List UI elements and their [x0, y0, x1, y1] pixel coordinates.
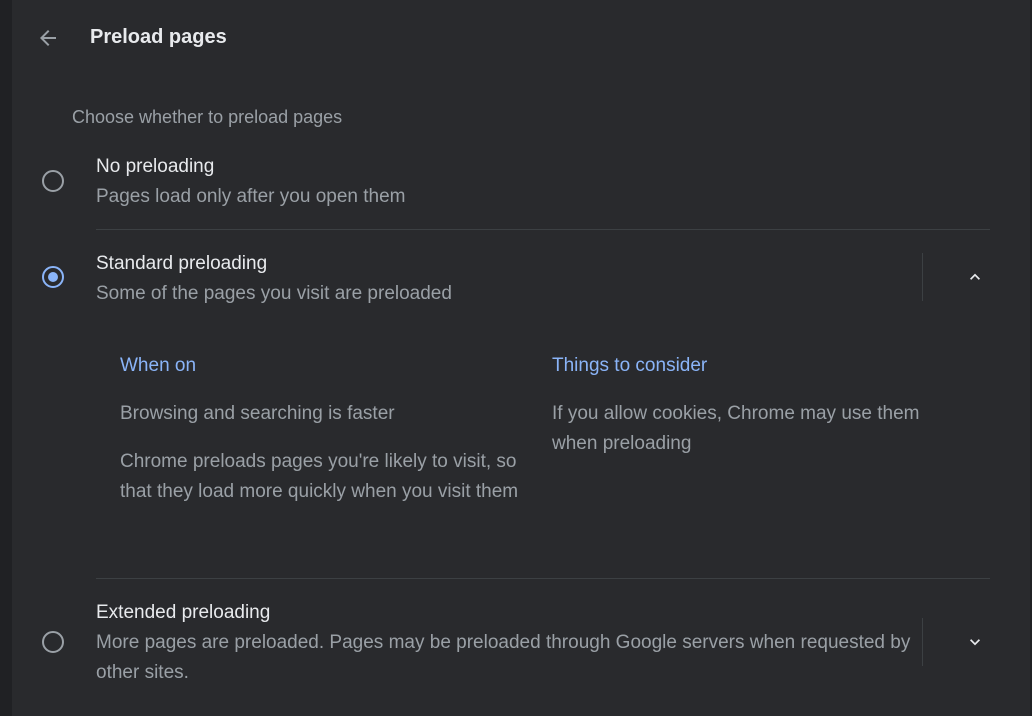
option-description: Pages load only after you open them — [96, 186, 406, 207]
divider — [96, 578, 990, 579]
option-title: No preloading — [96, 156, 215, 177]
page-header: Preload pages — [12, 0, 1030, 76]
chevron-down-icon — [970, 639, 980, 646]
option-description: Some of the pages you visit are preloade… — [96, 283, 452, 304]
radio-no-preloading[interactable] — [42, 170, 64, 192]
divider — [96, 229, 990, 230]
arrow-left-icon — [40, 30, 56, 46]
section-label: Choose whether to preload pages — [72, 107, 343, 127]
option-title: Standard preloading — [96, 253, 268, 274]
settings-page: Preload pages Choose whether to preload … — [0, 0, 1032, 716]
radio-extended-preloading[interactable] — [42, 631, 64, 653]
when-on-heading: When on — [120, 355, 197, 376]
when-on-point: Browsing and searching is faster — [120, 403, 395, 424]
things-to-consider-heading: Things to consider — [552, 355, 708, 376]
separator — [922, 253, 923, 301]
chevron-up-icon — [970, 273, 980, 280]
separator — [922, 618, 923, 666]
things-to-consider-point: If you allow cookies, Chrome may use the… — [552, 403, 920, 454]
radio-standard-preloading[interactable] — [42, 266, 64, 288]
option-title: Extended preloading — [96, 602, 271, 623]
when-on-point: Chrome preloads pages you're likely to v… — [120, 451, 519, 502]
expand-button[interactable] — [955, 622, 995, 662]
back-button[interactable] — [32, 20, 64, 56]
page-title: Preload pages — [90, 26, 227, 48]
collapse-button[interactable] — [955, 257, 995, 297]
option-description: More pages are preloaded. Pages may be p… — [96, 632, 911, 683]
